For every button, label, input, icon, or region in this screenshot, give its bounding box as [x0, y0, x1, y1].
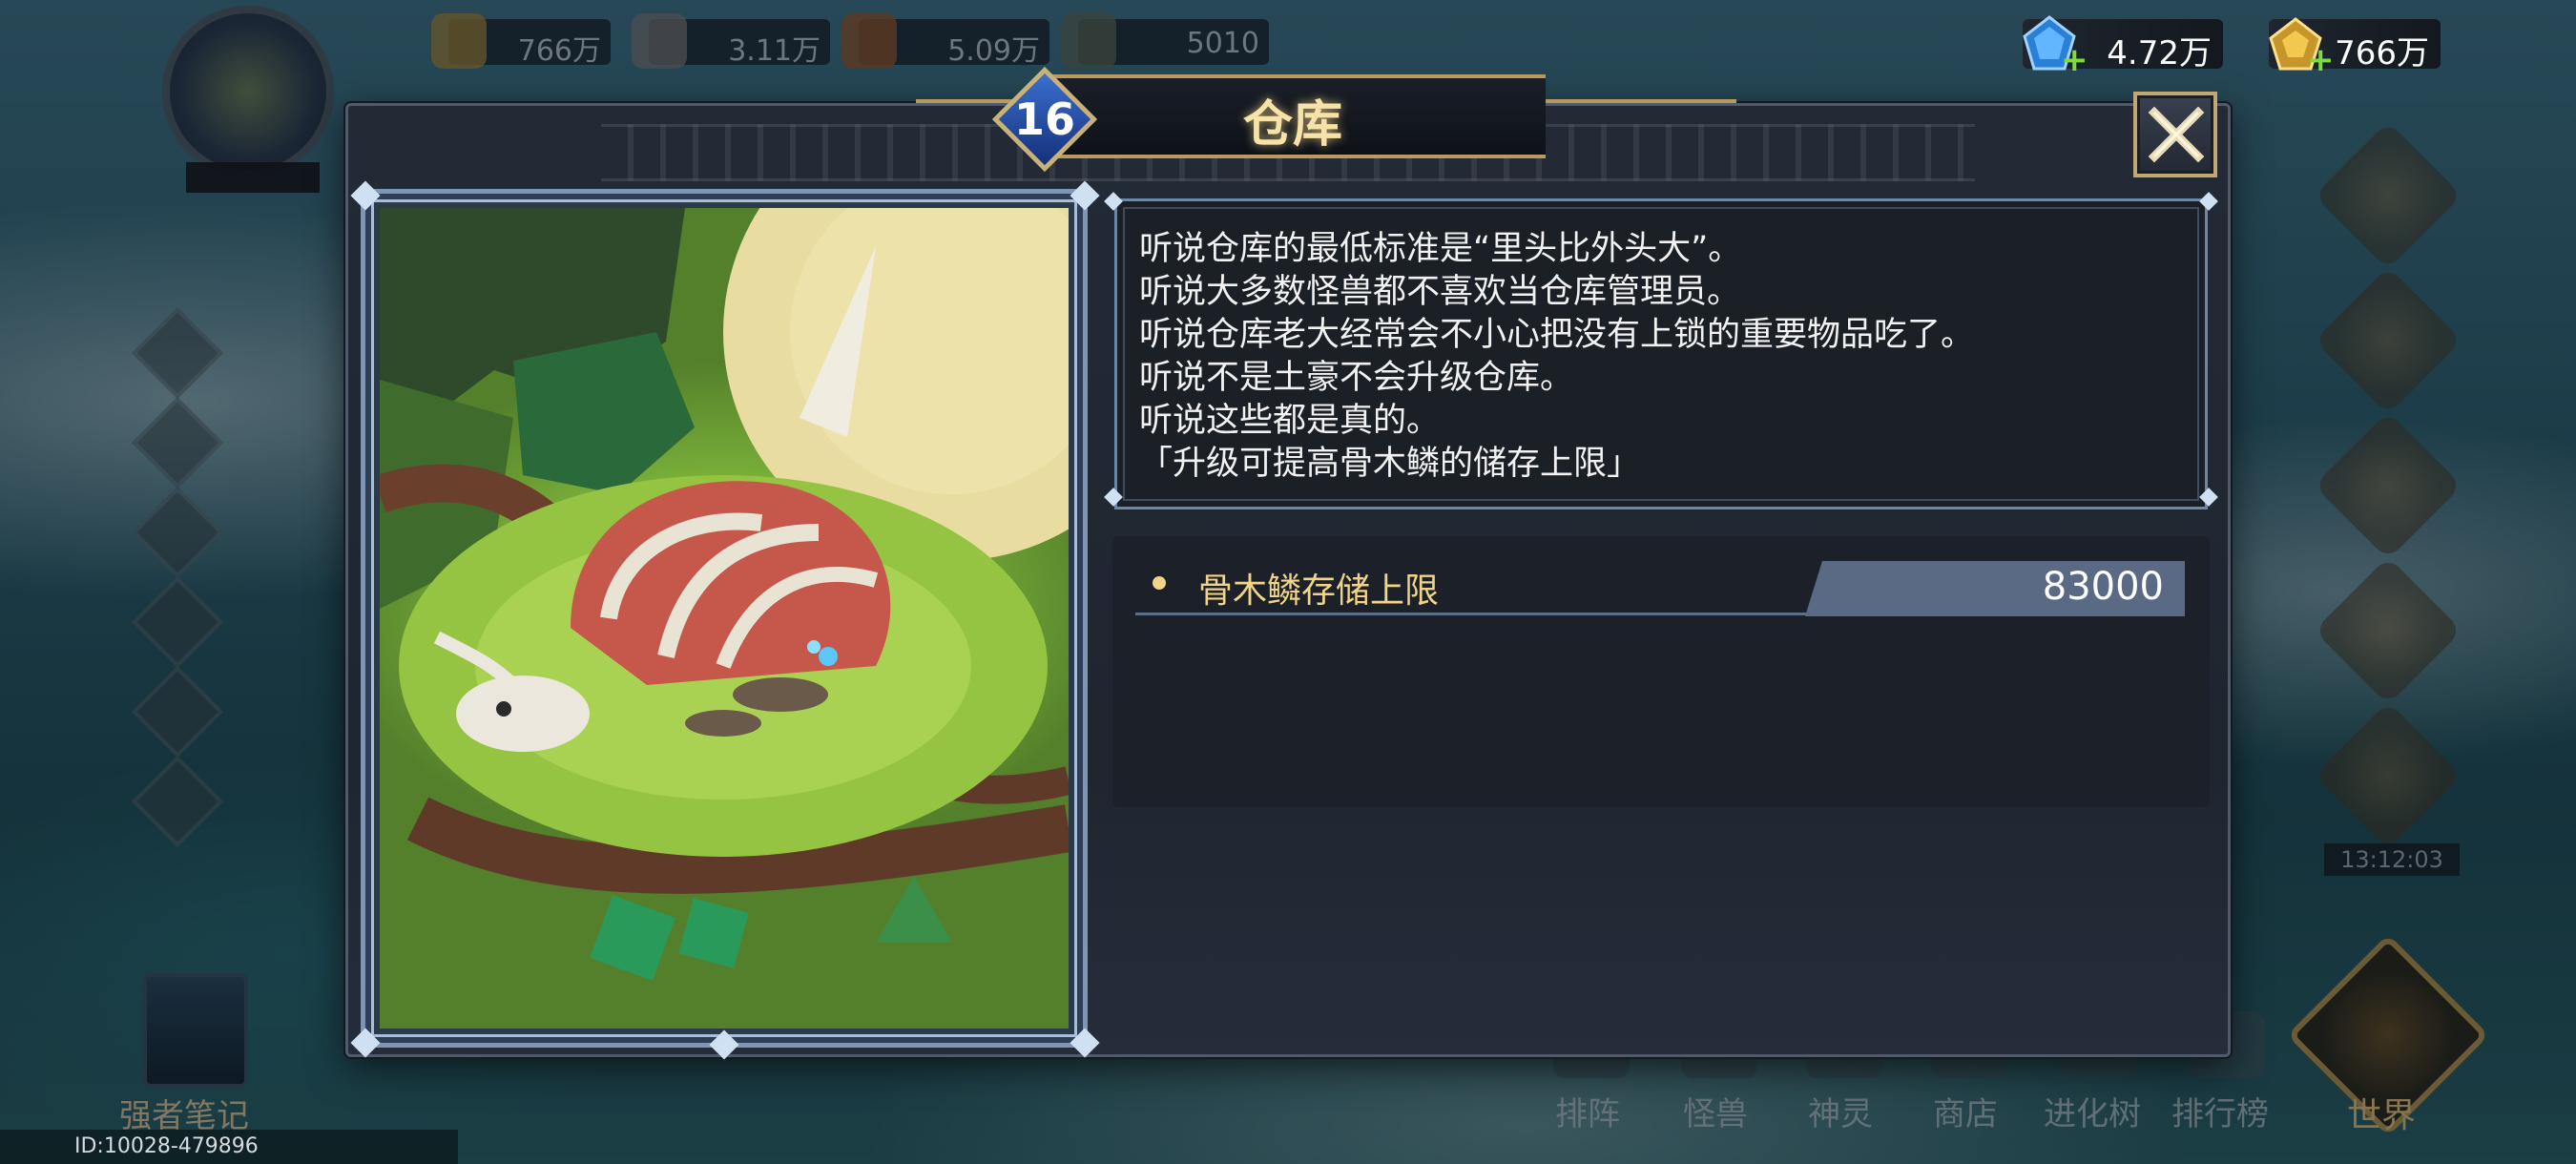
description-line-4: 听说不是土豪不会升级仓库。 — [1139, 359, 1574, 397]
bullet-dot-icon — [1153, 576, 1166, 590]
close-button[interactable] — [2133, 92, 2217, 177]
description-line-5: 听说这些都是真的。 — [1139, 402, 1441, 440]
gold-value: 766万 — [2335, 34, 2429, 73]
description-line-1: 听说仓库的最低标准是“里头比外头大”。 — [1139, 230, 1742, 268]
title-wing-right — [1546, 99, 1736, 103]
close-x-icon — [2148, 106, 2205, 163]
description-line-2: 听说大多数怪兽都不喜欢当仓库管理员。 — [1139, 273, 1741, 311]
building-level: 16 — [1013, 94, 1075, 145]
stat-label: 骨木鳞存储上限 — [1198, 572, 1440, 611]
gold-add-icon[interactable]: + — [2307, 44, 2335, 76]
diamond-currency[interactable]: + 4.72万 — [2023, 15, 2223, 76]
gold-currency[interactable]: + 766万 — [2269, 17, 2441, 76]
diamond-add-icon[interactable]: + — [2061, 44, 2088, 76]
diamond-value: 4.72万 — [2107, 34, 2212, 73]
description-line-6: 「升级可提高骨木鳞的储存上限」 — [1139, 445, 1641, 483]
warehouse-illustration — [380, 208, 1069, 1029]
description-line-3: 听说仓库老大经常会不小心把没有上锁的重要物品吃了。 — [1139, 316, 1975, 354]
stat-value: 83000 — [2042, 565, 2164, 609]
player-id: ID:10028-479896 — [0, 1130, 458, 1164]
page-title: 仓库 — [1242, 96, 1342, 154]
